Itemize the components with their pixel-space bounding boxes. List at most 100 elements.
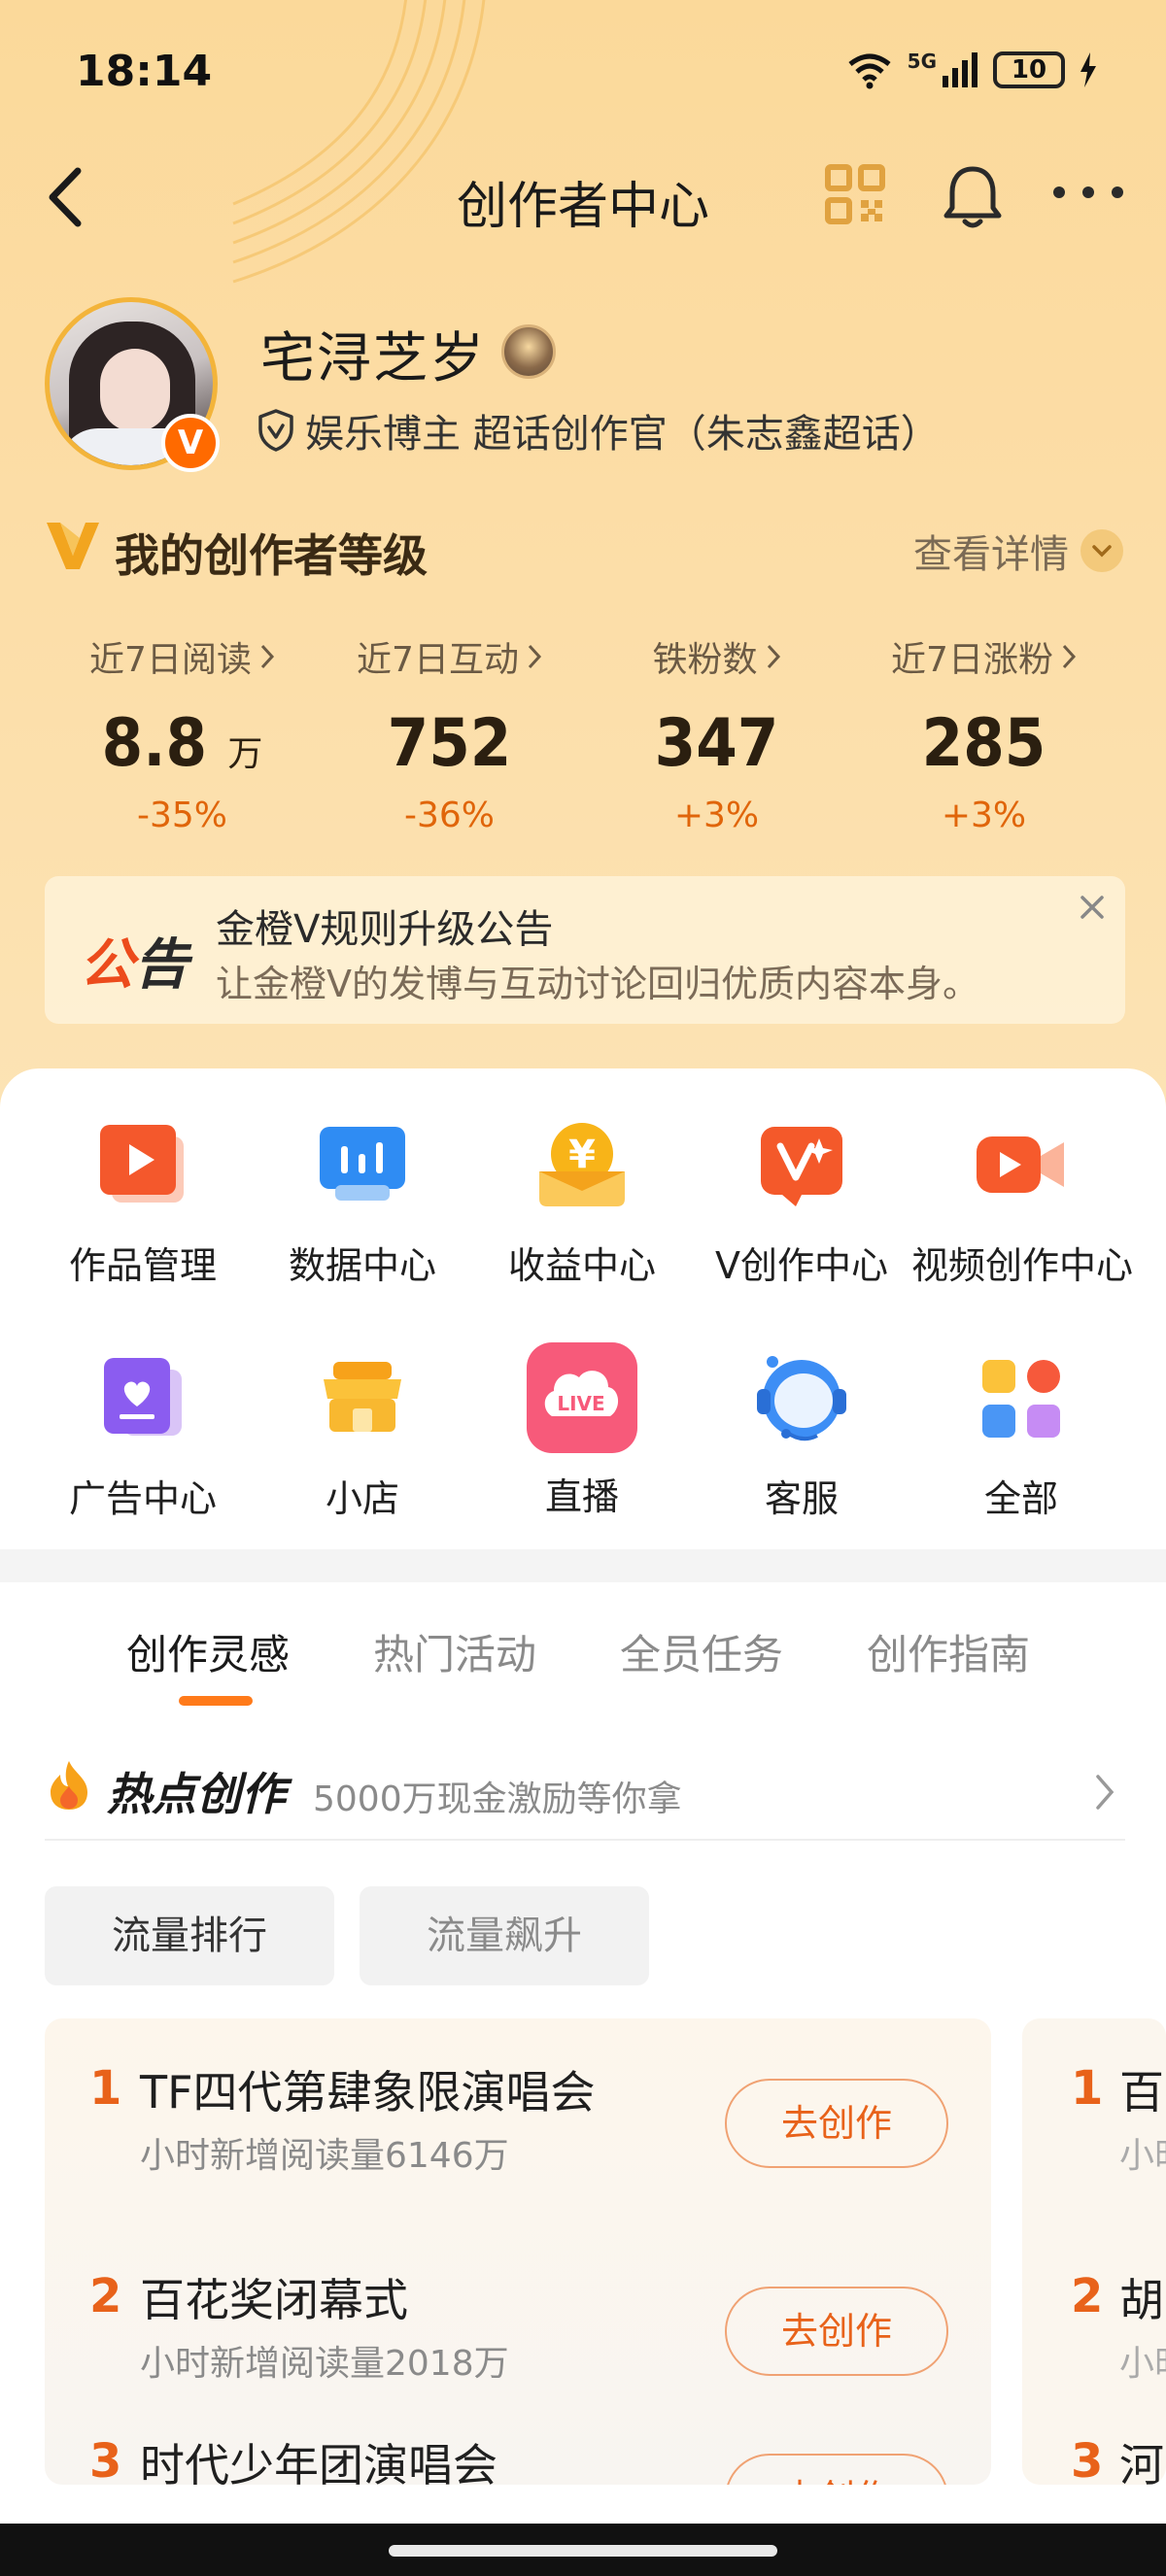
stat-change: +3% [673,796,760,835]
tool-label: 直播 [544,1475,619,1518]
filter-traffic-ranking[interactable]: 流量排行 [45,1886,334,1985]
hot-creation-header[interactable]: 热点创作 5000万现金激励等你拿 [45,1753,1125,1841]
list-item[interactable]: 2 百花奖闭幕式 小时新增阅读量2018万 去创作 [45,2226,991,2421]
svg-text:¥: ¥ [568,1133,596,1177]
filter-traffic-surge[interactable]: 流量飙升 [360,1886,649,1985]
stat-change: +3% [941,796,1027,835]
creator-level-title: 我的创作者等级 [115,529,428,582]
stat-value: 8.8 [101,705,208,782]
bell-icon[interactable] [939,161,1007,231]
rank-filters: 流量排行 流量飙升 [45,1886,649,1985]
stat-label: 近7日阅读 [89,640,252,680]
tool-ad-center[interactable]: 广告中心 [33,1350,253,1583]
tool-label: 收益中心 [507,1244,656,1287]
active-tab-indicator [179,1696,253,1706]
stat-value: 347 [654,705,779,782]
tab-creation-inspiration[interactable]: 创作灵感 [126,1622,290,1681]
chevron-right-icon [528,644,541,669]
view-details-label: 查看详情 [913,532,1069,577]
verify-text: 娱乐博主 超话创作官（朱志鑫超话） [305,412,940,457]
stat-7day-interactions[interactable]: 近7日互动 752 -36% [316,631,583,845]
tool-label: 小店 [325,1477,399,1520]
rank-number: 2 [1071,2269,1104,2323]
section-divider [0,1549,1166,1582]
content-tabs: 创作灵感 热门活动 全员任务 创作指南 [0,1612,1166,1706]
stat-value: 285 [921,705,1046,782]
rank-title: 百 [1119,2066,1164,2118]
tool-customer-service[interactable]: 客服 [692,1350,911,1583]
nav-bar: 创作者中心 [0,146,1166,253]
announcement-tag: 公告 [80,921,189,1000]
shield-icon [258,409,293,452]
stat-unit: 万 [227,734,263,774]
tool-label: 视频创作中心 [911,1244,1134,1287]
tool-label: 作品管理 [68,1244,217,1287]
live-icon: LIVE [525,1340,639,1455]
tools-grid: 作品管理 数据中心 ¥ 收益中心 V创作中心 视频创作中心 广告中心 小店 LI… [0,1117,1166,1583]
battery-icon: 10 [993,51,1065,88]
rank-subtitle: 小时 [1119,2344,1166,2384]
home-indicator[interactable] [389,2545,777,2557]
user-level-badge-icon[interactable] [501,324,556,379]
stat-7day-new-fans[interactable]: 近7日涨粉 285 +3% [850,631,1117,845]
v-creation-center-icon [753,1117,850,1214]
rank-subtitle: 小时新增阅读量2018万 [140,2344,509,2384]
works-management-icon [94,1117,191,1214]
chevron-right-icon [1062,644,1076,669]
stat-change: -35% [136,796,227,835]
creator-v-icon [47,523,99,569]
tool-works-management[interactable]: 作品管理 [33,1117,253,1350]
tool-label: 广告中心 [68,1477,217,1520]
main-card: 作品管理 数据中心 ¥ 收益中心 V创作中心 视频创作中心 广告中心 小店 LI… [0,1068,1166,2485]
verified-v-badge: V [161,414,220,472]
tool-income-center[interactable]: ¥ 收益中心 [472,1117,692,1350]
tool-data-center[interactable]: 数据中心 [253,1117,472,1350]
announcement-banner[interactable]: 公告 金橙V规则升级公告 让金橙V的发博与互动讨论回归优质内容本身。 [45,876,1125,1024]
view-details-link[interactable]: 查看详情 [913,523,1123,579]
video-creation-center-icon [973,1117,1070,1214]
tool-shop[interactable]: 小店 [253,1350,472,1583]
rank-title: 百花奖闭幕式 [140,2274,408,2326]
tool-live[interactable]: LIVE 直播 [472,1342,692,1583]
tool-label: 客服 [764,1477,839,1520]
rank-title: 胡 [1119,2274,1164,2326]
go-create-button[interactable]: 去创作 [725,2454,948,2485]
hot-creation-title: 热点创作 [107,1768,286,1820]
list-item[interactable]: 1 TF四代第肆象限演唱会 小时新增阅读量6146万 去创作 [45,2018,991,2213]
status-time: 18:14 [76,47,213,96]
announcement-subtitle: 让金橙V的发博与互动讨论回归优质内容本身。 [216,963,979,1005]
list-item[interactable]: 3 时代少年团演唱会 去创作 [45,2434,991,2485]
verify-info[interactable]: 娱乐博主 超话创作官（朱志鑫超话） [257,402,940,458]
more-icon[interactable] [1049,183,1127,202]
system-nav-bar [0,2524,1166,2576]
username[interactable]: 宅浔芝岁 [260,315,486,393]
signal-icon [943,52,977,87]
chevron-right-icon [1096,1775,1115,1810]
qr-code-icon[interactable] [824,163,886,225]
stat-7day-reads[interactable]: 近7日阅读 8.8 万 -35% [49,631,316,845]
go-create-button[interactable]: 去创作 [725,2287,948,2376]
tool-video-creation-center[interactable]: 视频创作中心 [911,1117,1134,1350]
chevron-down-icon [1080,529,1123,572]
tab-hot-activities[interactable]: 热门活动 [373,1622,536,1681]
profile-section: V 宅浔芝岁 娱乐博主 超话创作官（朱志鑫超话） [45,297,1123,472]
stat-change: -36% [403,796,495,835]
rank-subtitle: 小时新增阅读量6146万 [140,2136,509,2176]
tool-v-creation-center[interactable]: V创作中心 [692,1117,911,1350]
shop-icon [314,1350,411,1447]
tab-creation-guide[interactable]: 创作指南 [867,1622,1030,1681]
data-center-icon [314,1117,411,1214]
tool-label: V创作中心 [715,1244,888,1287]
tool-label: 全部 [983,1477,1058,1520]
customer-service-icon [753,1350,850,1447]
go-create-button[interactable]: 去创作 [725,2079,948,2168]
tool-label: 数据中心 [288,1244,436,1287]
stat-label: 近7日涨粉 [891,640,1053,680]
status-bar: 18:14 5G 10 [0,0,1166,146]
tab-all-member-tasks[interactable]: 全员任务 [620,1622,783,1681]
close-icon[interactable] [1073,888,1112,927]
tool-all[interactable]: 全部 [911,1350,1131,1583]
hot-creation-subtitle: 5000万现金激励等你拿 [313,1779,682,1819]
stat-iron-fans[interactable]: 铁粉数 347 +3% [583,631,850,845]
rank-card: 1 TF四代第肆象限演唱会 小时新增阅读量6146万 去创作 2 百花奖闭幕式 … [45,2018,991,2485]
